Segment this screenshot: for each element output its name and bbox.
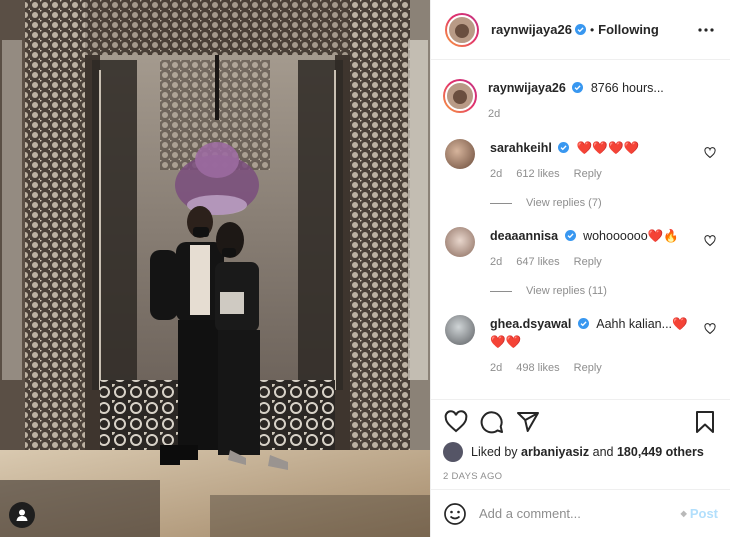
comment-icon [480, 411, 503, 434]
post-glyph: ◆ [680, 509, 687, 518]
share-button[interactable] [515, 409, 541, 435]
commenter-avatar[interactable] [445, 227, 475, 257]
heart-icon [444, 410, 468, 433]
comment-age[interactable]: 2d [490, 253, 502, 271]
commenter-username[interactable]: ghea.dsyawal [490, 317, 571, 331]
other-likers[interactable]: 180,449 others [617, 445, 704, 459]
view-replies-label: View replies (11) [526, 285, 607, 297]
photo-scene [0, 0, 430, 537]
user-tag-button[interactable] [9, 502, 35, 528]
comment-like-icon[interactable] [704, 323, 716, 335]
reply-button[interactable]: Reply [574, 359, 602, 377]
first-liker[interactable]: arbaniyasiz [521, 445, 589, 459]
likes-connector: and [592, 445, 614, 459]
verified-icon [558, 142, 570, 153]
emoji-icon[interactable] [443, 502, 467, 526]
post-actions: Liked by arbaniyasiz and 180,449 others … [431, 399, 730, 489]
bookmark-icon [696, 411, 714, 433]
comment-age[interactable]: 2d [490, 359, 502, 377]
comment-likes[interactable]: 612 likes [516, 165, 559, 183]
view-replies-button[interactable]: View replies (11) [490, 285, 716, 297]
comment-button[interactable] [479, 409, 505, 435]
post-header: raynwijaya26 • Following [431, 0, 730, 60]
post-label: Post [689, 506, 718, 521]
comments-list[interactable]: raynwijaya26 8766 hours... 2d sarahkeihl… [431, 61, 730, 399]
comment-likes[interactable]: 647 likes [516, 253, 559, 271]
comment-likes[interactable]: 498 likes [516, 359, 559, 377]
commenter-username[interactable]: sarahkeihl [490, 141, 552, 155]
author-username[interactable]: raynwijaya26 [491, 22, 572, 37]
user-tag-icon [16, 509, 28, 521]
comment-item: sarahkeihl ❤️❤️❤️❤️ 2d 612 likes Reply [445, 139, 716, 183]
comment-text: ❤️❤️❤️❤️ [576, 141, 640, 155]
likes-prefix: Liked by [471, 445, 518, 459]
comment-item: ghea.dsyawal Aahh kalian...❤️❤️❤️ 2d 498… [445, 315, 716, 377]
action-bar [443, 408, 718, 436]
verified-icon [574, 24, 586, 35]
comment-like-icon[interactable] [704, 235, 716, 247]
share-icon [517, 412, 539, 432]
replies-divider [490, 202, 512, 204]
more-options-icon [698, 27, 714, 32]
view-replies-button[interactable]: View replies (7) [490, 197, 716, 209]
comment-like-icon[interactable] [704, 147, 716, 159]
comment-text: wohoooooo❤️🔥 [583, 229, 679, 243]
liker-avatar[interactable] [443, 442, 463, 462]
comment-item: deaaannisa wohoooooo❤️🔥 2d 647 likes Rep… [445, 227, 716, 271]
caption-avatar[interactable] [443, 79, 477, 113]
post-photo[interactable] [0, 0, 430, 537]
separator-dot: • [589, 22, 595, 37]
commenter-username[interactable]: deaaannisa [490, 229, 558, 243]
more-options-button[interactable] [696, 20, 716, 40]
verified-icon [564, 230, 576, 241]
caption-text: 8766 hours... [590, 81, 664, 95]
commenter-avatar[interactable] [445, 315, 475, 345]
comment-age[interactable]: 2d [490, 165, 502, 183]
author-avatar[interactable] [445, 12, 479, 47]
verified-icon [577, 318, 589, 329]
verified-icon [572, 82, 584, 93]
save-button[interactable] [692, 409, 718, 435]
caption-age[interactable]: 2d [488, 105, 500, 123]
caption: raynwijaya26 8766 hours... 2d [443, 79, 716, 123]
post-date[interactable]: 2 DAYS AGO [443, 471, 718, 482]
caption-username[interactable]: raynwijaya26 [488, 81, 566, 95]
comment-input[interactable] [479, 506, 681, 521]
post-sidebar: raynwijaya26 • Following raynwijaya26 87… [430, 0, 730, 537]
like-button[interactable] [443, 409, 469, 435]
commenter-avatar[interactable] [445, 139, 475, 169]
view-replies-label: View replies (7) [526, 197, 602, 209]
following-button[interactable]: Following [598, 22, 659, 37]
reply-button[interactable]: Reply [574, 253, 602, 271]
post-button[interactable]: ◆ Post [681, 506, 718, 521]
likes-summary: Liked by arbaniyasiz and 180,449 others [443, 442, 718, 462]
add-comment-bar: ◆ Post [431, 489, 730, 537]
replies-divider [490, 290, 512, 292]
reply-button[interactable]: Reply [574, 165, 602, 183]
